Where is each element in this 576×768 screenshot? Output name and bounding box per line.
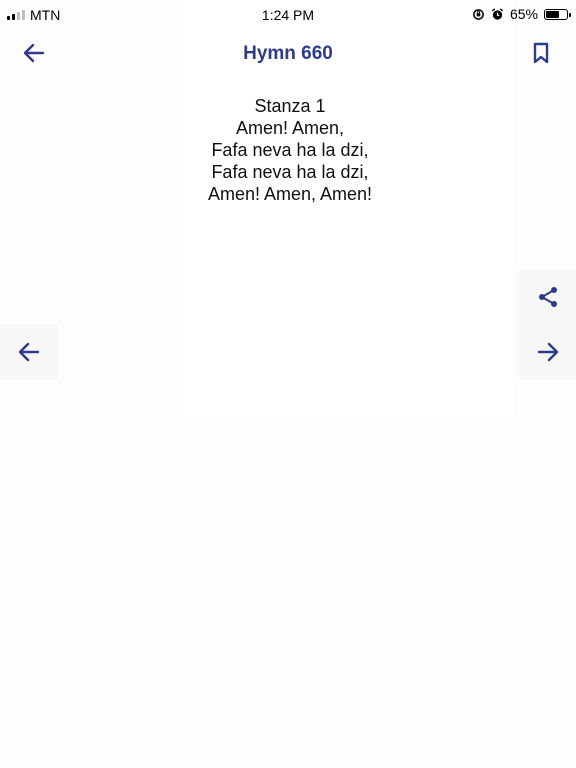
status-bar: MTN 1:24 PM 65% [0,0,576,30]
navigation-bar: Hymn 660 [0,30,576,76]
arrow-left-icon [18,342,39,362]
lyric-line: Fafa neva ha la dzi, [211,140,369,160]
alarm-icon [491,7,504,20]
battery-percent: 65% [509,6,538,22]
share-button[interactable] [519,270,576,324]
page-title: Hymn 660 [243,43,333,64]
battery-icon [544,8,571,20]
status-indicators: 65% [472,6,571,22]
bookmark-icon [533,42,549,64]
lyric-line: Fafa neva ha la dzi, [211,162,369,182]
bookmark-button[interactable] [525,39,557,67]
lyric-line: Amen! Amen, [235,118,345,138]
share-icon [538,287,557,307]
arrow-right-icon [537,342,558,362]
rotation-lock-icon [473,8,484,20]
lyric-line: Amen! Amen, Amen! [207,184,373,204]
hymn-lyrics: Stanza 1 Amen! Amen, Fafa neva ha la dzi… [0,95,576,205]
previous-hymn-button[interactable] [0,324,57,380]
stanza-label: Stanza 1 [254,96,326,116]
next-hymn-button[interactable] [519,324,576,380]
